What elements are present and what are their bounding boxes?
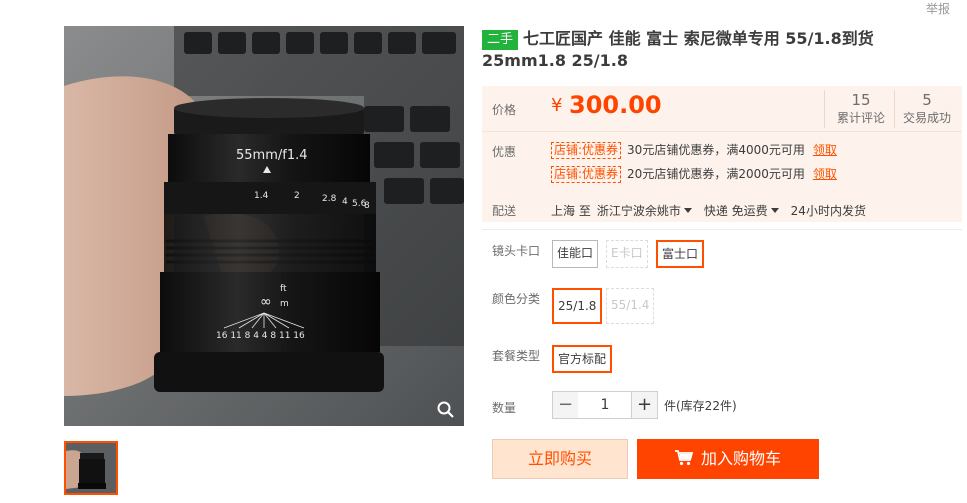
stat-divider bbox=[824, 90, 825, 128]
svg-text:ft: ft bbox=[280, 284, 287, 294]
product-title: 七工匠国产 佳能 富士 索尼微单专用 55/1.8到货 25mm1.8 25/1… bbox=[482, 29, 874, 70]
delivery-destination: 浙江宁波余姚市 bbox=[596, 204, 681, 218]
svg-text:2: 2 bbox=[294, 191, 300, 201]
svg-text:4: 4 bbox=[342, 197, 348, 207]
quantity-decrease-button[interactable]: − bbox=[552, 391, 579, 419]
price-row: 价格 ¥ 300.00 15 累计评论 5 交易成功 bbox=[482, 86, 962, 130]
deals-stat: 5 交易成功 bbox=[894, 90, 960, 126]
price-value: 300.00 bbox=[569, 91, 662, 119]
mount-label: 镜头卡口 bbox=[492, 244, 541, 258]
shipping-method-select[interactable]: 快递 免运费 bbox=[704, 204, 791, 218]
stock-text: 件(库存22件) bbox=[664, 399, 737, 413]
coupon-text: 20元店铺优惠券，满2000元可用 bbox=[627, 167, 805, 181]
svg-text:∞: ∞ bbox=[260, 294, 272, 310]
promo-label: 优惠 bbox=[492, 145, 517, 159]
delivery-row: 配送 上海 至浙江宁波余姚市 快递 免运费 24小时内发货 bbox=[482, 201, 866, 221]
product-thumbnail[interactable] bbox=[64, 441, 118, 495]
chevron-down-icon bbox=[770, 208, 779, 213]
cart-icon bbox=[674, 450, 693, 466]
package-label: 套餐类型 bbox=[492, 349, 541, 363]
color-option-25-1-8[interactable]: 25/1.8 bbox=[552, 288, 603, 324]
add-to-cart-button[interactable]: 加入购物车 bbox=[637, 439, 819, 479]
reviews-stat[interactable]: 15 累计评论 bbox=[828, 90, 894, 126]
mount-option-fuji[interactable]: 富士口 bbox=[656, 240, 705, 268]
svg-text:8: 8 bbox=[364, 201, 370, 211]
product-title-block: 二手 七工匠国产 佳能 富士 索尼微单专用 55/1.8到货 25mm1.8 25… bbox=[482, 28, 952, 72]
svg-text:1.4: 1.4 bbox=[254, 191, 269, 201]
chevron-down-icon bbox=[683, 208, 692, 213]
delivery-label: 配送 bbox=[492, 204, 517, 218]
buy-now-button[interactable]: 立即购买 bbox=[492, 439, 628, 479]
svg-text:m: m bbox=[280, 299, 289, 309]
coupon-tag: 店铺:优惠券 bbox=[551, 142, 622, 159]
quantity-label: 数量 bbox=[492, 401, 517, 415]
mount-option-e: E卡口 bbox=[606, 240, 648, 268]
color-label: 颜色分类 bbox=[492, 292, 541, 306]
price-label: 价格 bbox=[492, 103, 517, 117]
deals-label: 交易成功 bbox=[902, 111, 951, 125]
used-badge: 二手 bbox=[482, 30, 519, 50]
coupon-text: 30元店铺优惠券，满4000元可用 bbox=[627, 143, 805, 157]
reviews-label: 累计评论 bbox=[836, 111, 885, 125]
price-divider bbox=[482, 131, 962, 132]
promo-item: 店铺:优惠券 20元店铺优惠券，满2000元可用 领取 bbox=[551, 165, 837, 183]
section-divider bbox=[482, 229, 962, 230]
delivery-from: 上海 至 bbox=[551, 204, 591, 218]
delivery-destination-select[interactable]: 浙江宁波余姚市 bbox=[597, 204, 704, 218]
quantity-increase-button[interactable]: + bbox=[631, 391, 658, 419]
deals-count: 5 bbox=[922, 91, 932, 109]
zoom-icon[interactable] bbox=[436, 400, 456, 420]
shipping-method: 快递 免运费 bbox=[703, 204, 768, 218]
quantity-input[interactable] bbox=[578, 391, 632, 419]
add-to-cart-label: 加入购物车 bbox=[700, 449, 781, 468]
mount-option-canon[interactable]: 佳能口 bbox=[552, 240, 599, 268]
color-option-55-1-4: 55/1.4 bbox=[606, 288, 655, 324]
thumbnail-image bbox=[66, 443, 116, 493]
promo-item: 店铺:优惠券 30元店铺优惠券，满4000元可用 领取 bbox=[551, 141, 837, 159]
main-product-image[interactable]: 55mm/f1.4 1.4 2 2.8 4 5.6 8 ft m ∞ 16 11… bbox=[64, 26, 464, 426]
dof-scale-text: 16 11 8 4 4 8 11 16 bbox=[216, 331, 305, 341]
lens-photo: 55mm/f1.4 1.4 2 2.8 4 5.6 8 ft m ∞ 16 11… bbox=[64, 26, 464, 426]
reviews-count: 15 bbox=[851, 91, 871, 109]
ship-time: 24小时内发货 bbox=[790, 204, 866, 218]
report-link[interactable]: 举报 bbox=[926, 0, 950, 17]
get-coupon-link[interactable]: 领取 bbox=[813, 143, 837, 157]
lens-model-text: 55mm/f1.4 bbox=[236, 148, 308, 163]
price-currency: ¥ bbox=[551, 95, 563, 116]
package-option-standard[interactable]: 官方标配 bbox=[552, 345, 613, 373]
coupon-tag: 店铺:优惠券 bbox=[551, 166, 622, 183]
get-coupon-link[interactable]: 领取 bbox=[813, 167, 837, 181]
svg-text:2.8: 2.8 bbox=[322, 194, 337, 204]
